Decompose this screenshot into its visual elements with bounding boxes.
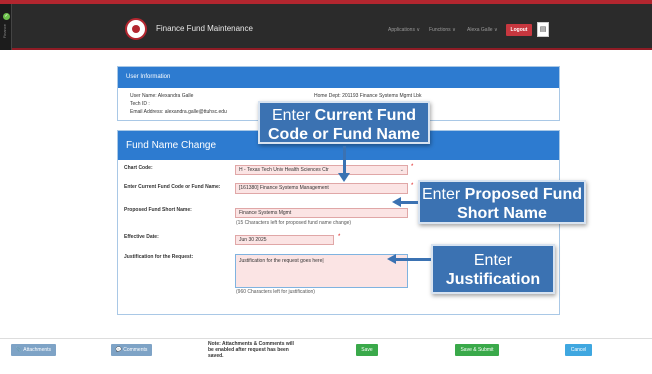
callout-justification: Enter Justification <box>431 244 555 294</box>
callout-current-fund-pre: Enter <box>271 107 315 124</box>
proposed-name-hint: (15 Characters left for proposed fund na… <box>236 220 352 226</box>
current-fund-input[interactable]: [161380] Finance Systems Management <box>235 183 408 194</box>
app-title: Finance Fund Maintenance <box>156 24 253 33</box>
callout-proposed-pre: Enter <box>421 186 465 203</box>
required-mark: * <box>338 234 341 240</box>
side-ribbon[interactable]: ✓ Finance <box>0 4 12 50</box>
justification-textarea[interactable]: Justification for the request goes here| <box>235 254 408 288</box>
footer-note: Note: Attachments & Comments will be ena… <box>208 341 294 359</box>
justification-hint: (960 Characters left for justification) <box>236 289 315 295</box>
home-dept: Home Dept: 201193 Finance Systems Mgmt L… <box>314 93 422 99</box>
user-name: User Name: Alexandra Galle <box>130 93 194 99</box>
callout-arrow-head <box>387 254 396 264</box>
effective-date-input[interactable]: Jun 30 2025 <box>235 235 334 245</box>
nav-menu-applications[interactable]: Applications ∨ <box>388 27 420 33</box>
attachments-button[interactable]: 📎 Attachments <box>11 344 56 356</box>
logout-button[interactable]: Logout <box>506 24 532 36</box>
chevron-down-icon: ⌄ <box>399 167 404 173</box>
callout-arrow-head <box>338 173 350 182</box>
justification-label: Justification for the Request: <box>124 254 194 260</box>
required-mark: * <box>411 164 414 170</box>
save-submit-button[interactable]: Save & Submit <box>455 344 499 356</box>
callout-arrow-shaft <box>400 201 418 204</box>
callout-arrow-head <box>392 197 401 207</box>
callout-arrow-shaft <box>343 146 346 174</box>
comments-button[interactable]: 💬 Comments <box>111 344 152 356</box>
current-fund-label: Enter Current Fund Code or Fund Name: <box>124 184 221 190</box>
required-mark: * <box>411 183 414 189</box>
check-icon: ✓ <box>3 13 10 20</box>
chart-code-select[interactable]: H - Texas Tech Univ Health Sciences Ctr … <box>235 165 408 175</box>
top-navbar <box>0 4 652 50</box>
chart-code-value: H - Texas Tech Univ Health Sciences Ctr <box>239 167 329 173</box>
callout-arrow-shaft <box>396 258 431 261</box>
callout-justification-bold: Justification <box>445 271 541 288</box>
callout-justification-pre: Enter <box>473 252 513 269</box>
bottom-action-bar <box>0 338 652 360</box>
effective-date-label: Effective Date: <box>124 234 159 240</box>
callout-proposed-bold: Proposed Fund Short Name <box>457 186 582 222</box>
tech-id: Tech ID : <box>130 101 150 107</box>
side-ribbon-label: Finance <box>2 24 7 39</box>
proposed-name-label: Proposed Fund Short Name: <box>124 207 192 213</box>
callout-current-fund: Enter Current Fund Code or Fund Name <box>258 101 430 144</box>
cancel-button[interactable]: Cancel <box>565 344 592 356</box>
nav-menu-functions[interactable]: Functions ∨ <box>429 27 456 33</box>
save-button[interactable]: Save <box>356 344 378 356</box>
document-icon[interactable]: ▤ <box>537 22 549 37</box>
callout-proposed-name: Enter Proposed Fund Short Name <box>418 180 586 224</box>
university-seal-logo <box>125 18 147 40</box>
proposed-name-input[interactable]: Finance Systems Mgmt <box>235 208 408 218</box>
user-information-title: User Information <box>118 67 559 88</box>
email-address: Email Address: alexandra.galle@ttuhsc.ed… <box>130 109 227 115</box>
nav-menu-user[interactable]: Alexa Galle ∨ <box>467 27 498 33</box>
chart-code-label: Chart Code: <box>124 165 153 171</box>
